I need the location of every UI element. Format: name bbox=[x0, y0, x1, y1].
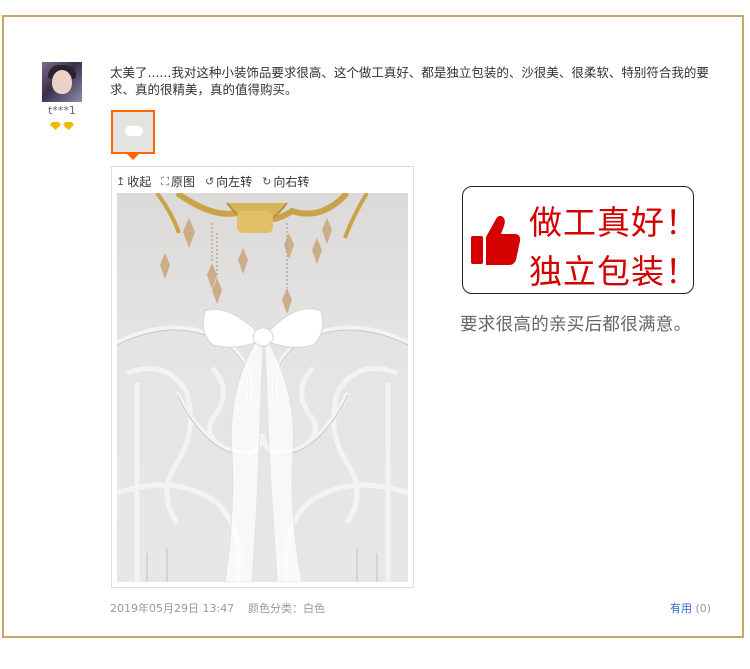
user-level-badges bbox=[50, 122, 74, 130]
rotate-right-label: 向右转 bbox=[273, 175, 310, 189]
thumbs-up-icon bbox=[471, 215, 521, 265]
rotate-right-button[interactable]: ↻ 向右转 bbox=[262, 173, 309, 190]
review-photo[interactable] bbox=[117, 193, 408, 582]
promo-headline-1: 做工真好！ bbox=[529, 203, 699, 242]
original-image-button[interactable]: ⛶ 原图 bbox=[161, 173, 195, 190]
rotate-left-label: 向左转 bbox=[216, 175, 253, 189]
promo-headline-2: 独立包装！ bbox=[529, 252, 699, 291]
thumbnail-pointer bbox=[127, 154, 139, 160]
review-date: 2019年05月29日 13:47 bbox=[110, 602, 235, 615]
review-thumbnail[interactable] bbox=[111, 110, 155, 154]
useful-count: (0) bbox=[695, 602, 712, 615]
useful-button[interactable]: 有用 (0) bbox=[670, 600, 711, 616]
original-label: 原图 bbox=[170, 175, 195, 189]
collapse-button[interactable]: ↥ 收起 bbox=[116, 173, 151, 190]
rotate-left-icon: ↺ bbox=[204, 175, 215, 188]
diamond-icon bbox=[50, 122, 61, 130]
expand-icon: ⛶ bbox=[161, 174, 169, 188]
review-photo-image bbox=[117, 193, 408, 582]
viewer-toolbar: ↥ 收起 ⛶ 原图 ↺ 向左转 ↻ 向右转 bbox=[116, 173, 309, 190]
useful-label: 有用 bbox=[670, 602, 692, 615]
color-variant: 颜色分类：白色 bbox=[248, 602, 325, 615]
review-text: 太美了......我对这种小装饰品要求很高、这个做工真好、都是独立包装的、沙很美… bbox=[110, 65, 709, 97]
rotate-right-icon: ↻ bbox=[262, 175, 272, 188]
promo-subtitle: 要求很高的亲买后都很满意。 bbox=[460, 315, 692, 335]
collapse-label: 收起 bbox=[127, 175, 152, 189]
avatar[interactable] bbox=[42, 62, 82, 102]
rotate-left-button[interactable]: ↺ 向左转 bbox=[205, 173, 252, 190]
diamond-icon bbox=[63, 122, 74, 130]
username: t***1 bbox=[48, 104, 76, 117]
collapse-up-icon: ↥ bbox=[116, 175, 126, 188]
